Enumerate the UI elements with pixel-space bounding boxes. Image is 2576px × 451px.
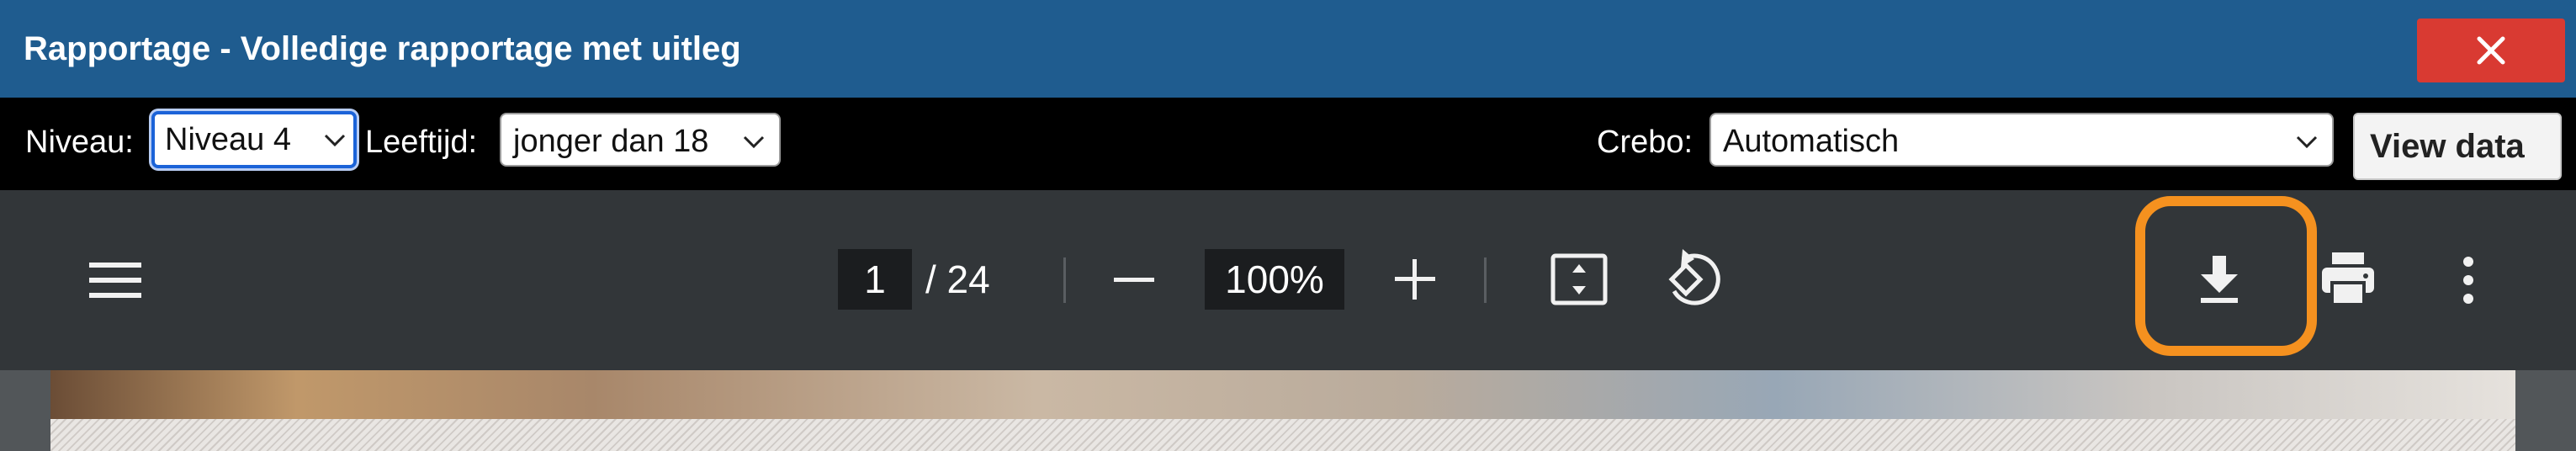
title-bar: Rapportage - Volledige rapportage met ui… <box>0 0 2576 98</box>
view-data-label: View data <box>2370 128 2525 165</box>
fit-page-icon[interactable] <box>1550 252 1609 306</box>
page-content <box>50 419 2515 451</box>
more-options-icon[interactable] <box>2460 256 2477 305</box>
niveau-label: Niveau: <box>25 125 134 160</box>
zoom-in-icon[interactable] <box>1393 257 1437 301</box>
menu-icon[interactable] <box>87 257 143 303</box>
crebo-value: Automatisch <box>1723 124 1900 159</box>
leeftijd-value: jonger dan 18 <box>513 124 709 159</box>
filter-bar: Niveau: Niveau 4 Leeftijd: jonger dan 18… <box>0 98 2576 190</box>
chevron-down-icon <box>324 134 346 147</box>
pdf-page-preview <box>50 370 2515 451</box>
document-area[interactable] <box>0 370 2576 451</box>
window-title: Rapportage - Volledige rapportage met ui… <box>24 30 741 67</box>
zoom-level[interactable]: 100% <box>1205 249 1344 310</box>
crebo-label: Crebo: <box>1597 125 1693 160</box>
view-data-button[interactable]: View data <box>2353 113 2562 180</box>
close-button[interactable] <box>2417 19 2565 82</box>
niveau-select[interactable]: Niveau 4 <box>151 111 357 168</box>
leeftijd-select[interactable]: jonger dan 18 <box>500 113 781 167</box>
page-number-input[interactable]: 1 <box>838 249 912 310</box>
download-icon[interactable] <box>2197 254 2241 305</box>
close-icon <box>2477 36 2505 65</box>
page-total: / 24 <box>925 257 990 301</box>
chevron-down-icon <box>743 135 765 149</box>
rotate-icon[interactable] <box>1664 247 1723 311</box>
print-icon[interactable] <box>2320 251 2376 306</box>
toolbar-divider <box>1063 257 1066 303</box>
zoom-out-icon[interactable] <box>1112 268 1156 293</box>
chevron-down-icon <box>2296 135 2318 149</box>
leeftijd-label: Leeftijd: <box>365 125 478 160</box>
toolbar-divider <box>1484 257 1487 303</box>
pdf-toolbar: 1 / 24 100% <box>0 190 2576 370</box>
crebo-select[interactable]: Automatisch <box>1709 113 2334 167</box>
niveau-value: Niveau 4 <box>165 122 291 157</box>
